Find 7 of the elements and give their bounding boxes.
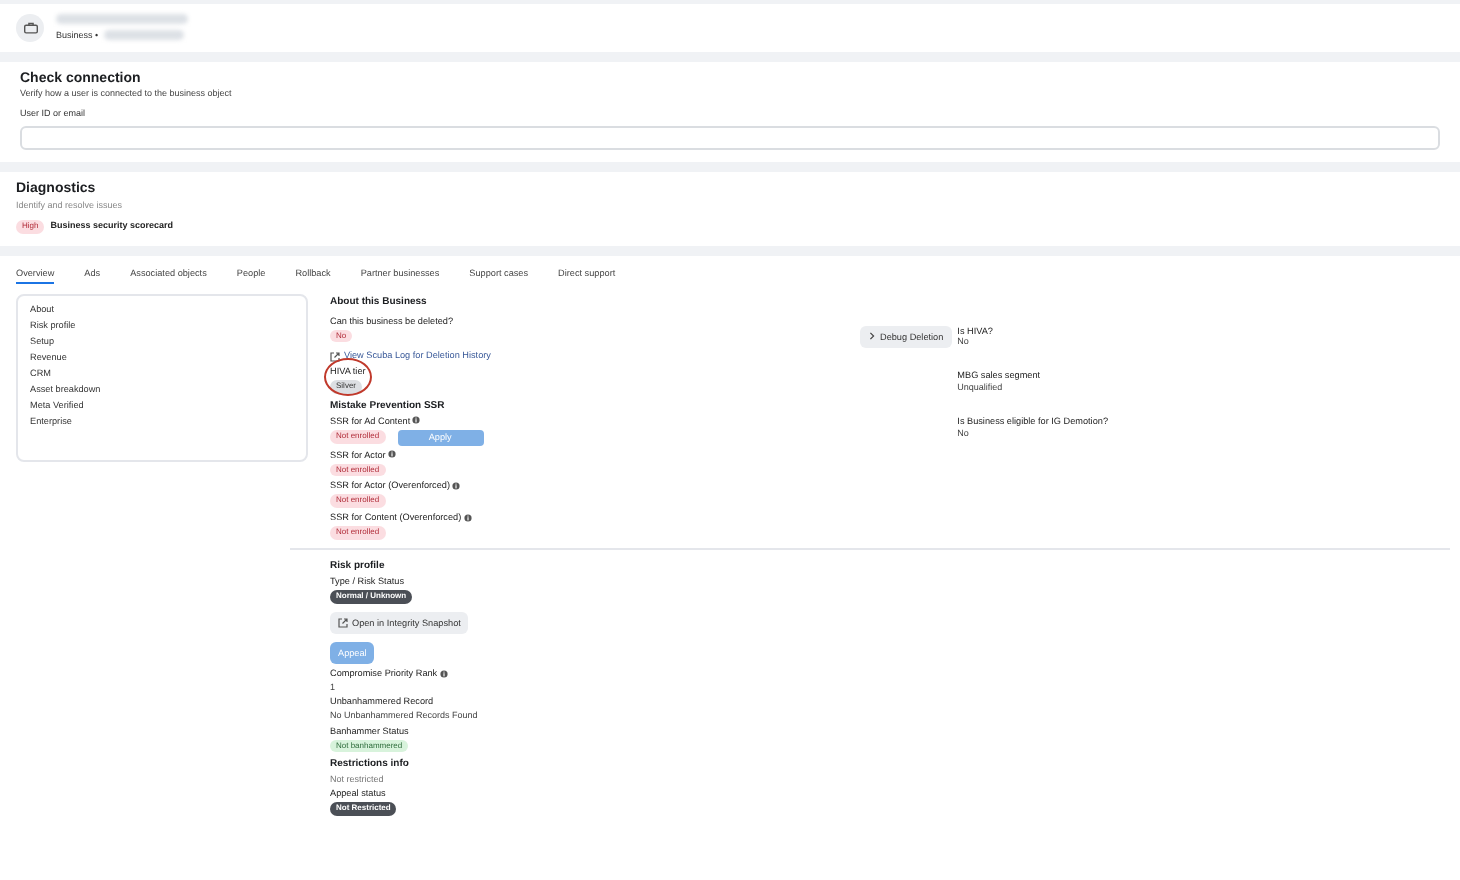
briefcase-icon [16,14,44,42]
user-id-field[interactable] [20,126,1440,151]
external-link-icon [330,351,340,362]
redacted-id [104,30,185,41]
external-link-icon [338,617,348,628]
redacted-name [56,14,188,25]
chevron-icon [868,332,876,341]
